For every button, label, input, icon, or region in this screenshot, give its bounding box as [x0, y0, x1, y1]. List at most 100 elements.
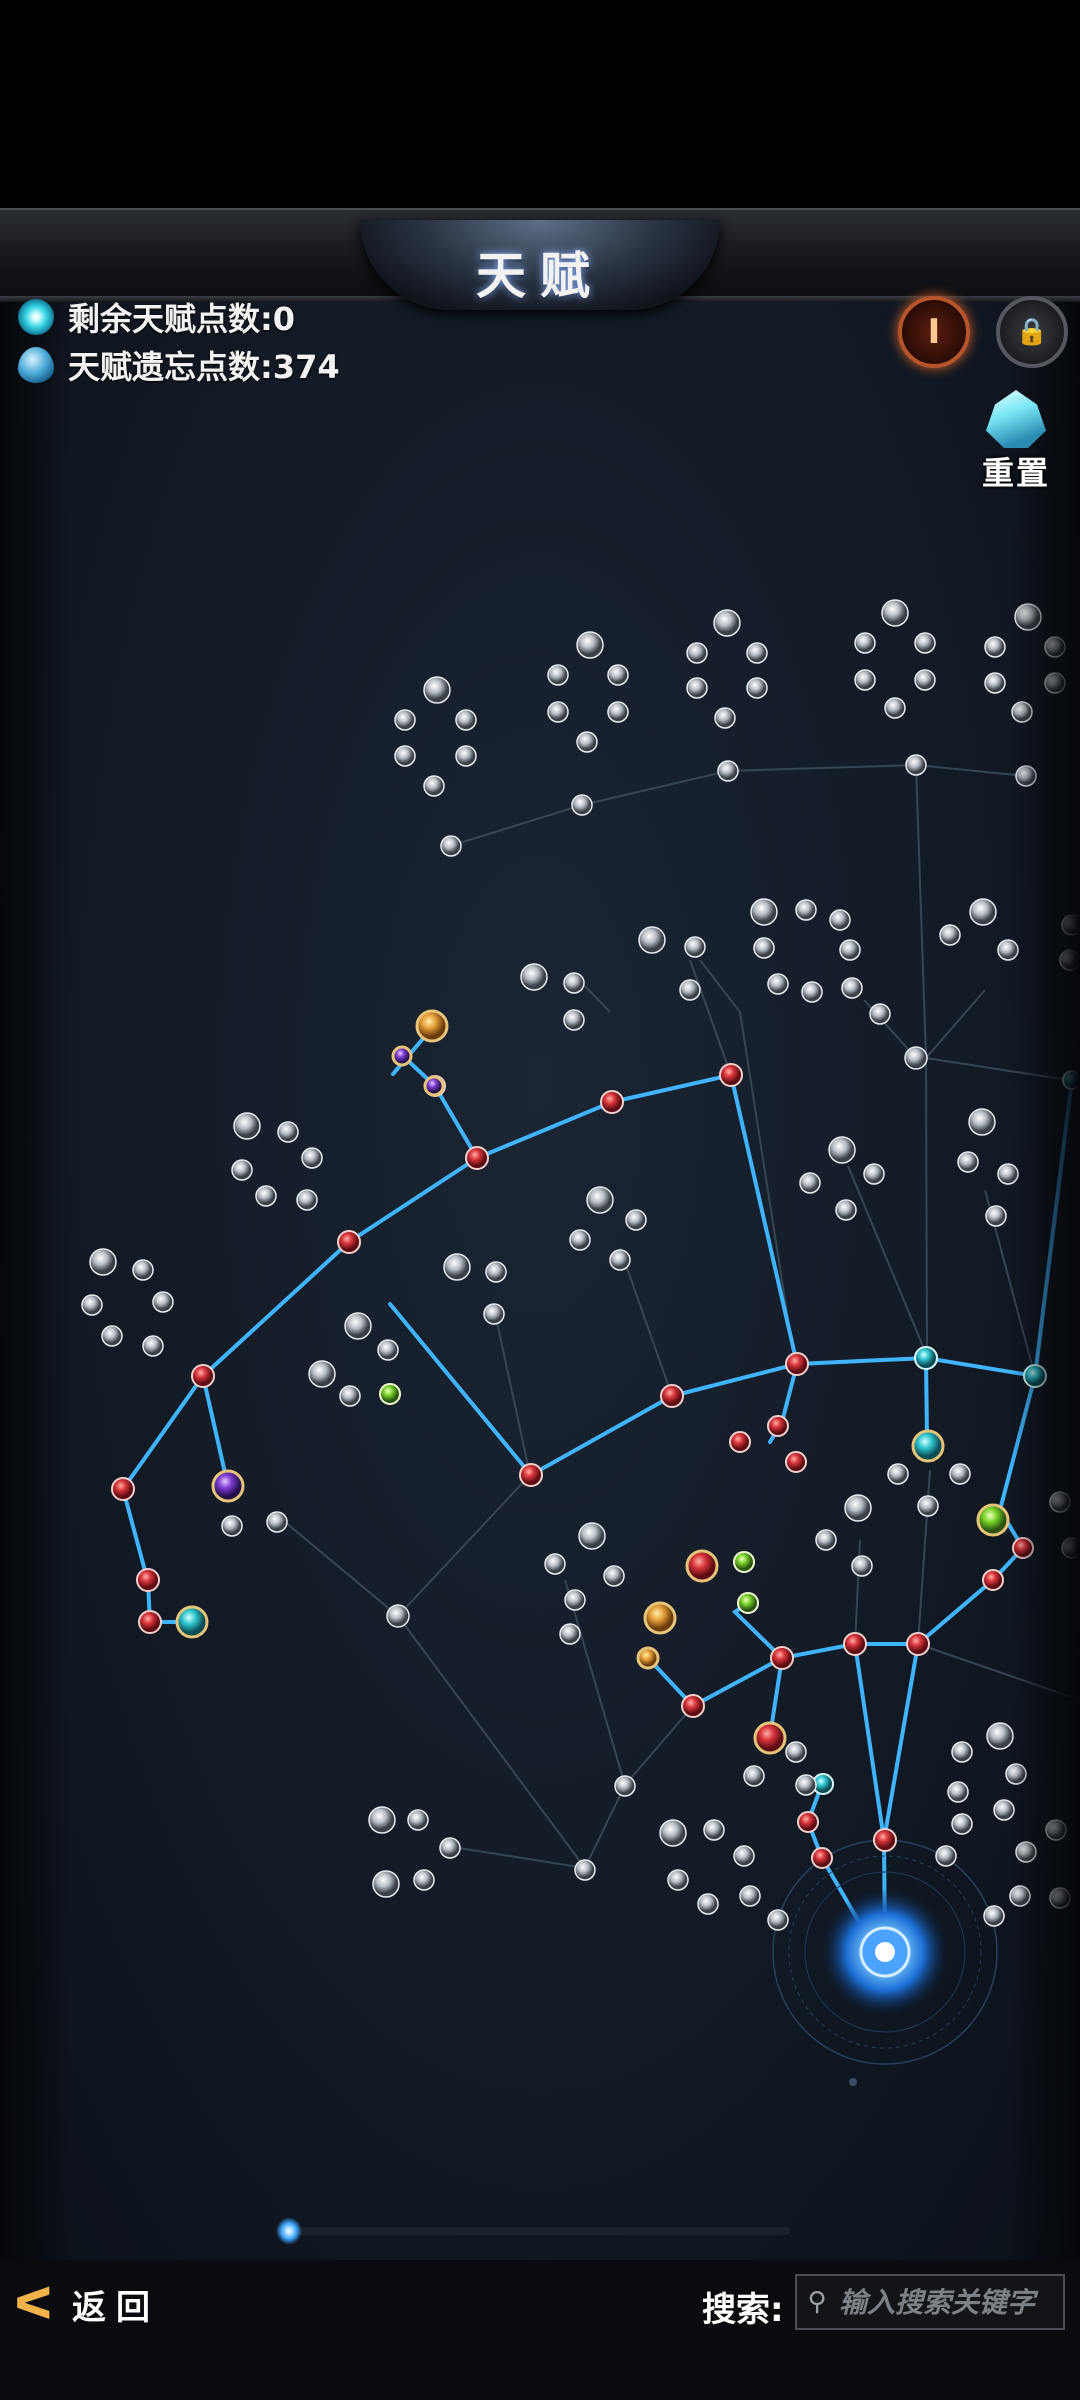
talent-node[interactable]: [935, 1845, 957, 1867]
horizontal-scrollbar[interactable]: [276, 2217, 790, 2245]
talent-node[interactable]: [681, 1694, 705, 1718]
talent-node[interactable]: [308, 1360, 336, 1388]
talent-node[interactable]: [914, 1346, 938, 1370]
talent-node[interactable]: [559, 1623, 581, 1645]
talent-node[interactable]: [719, 1063, 743, 1087]
talent-node[interactable]: [914, 669, 936, 691]
talent-node[interactable]: [485, 1261, 507, 1283]
talent-node[interactable]: [957, 1151, 979, 1173]
talent-node[interactable]: [547, 664, 569, 686]
talent-node[interactable]: [142, 1335, 164, 1357]
talent-node[interactable]: [801, 981, 823, 1003]
talent-node[interactable]: [686, 677, 708, 699]
talent-node[interactable]: [81, 1294, 103, 1316]
reset-button[interactable]: 重置: [966, 388, 1066, 492]
special-talent-node[interactable]: [423, 1075, 445, 1097]
talent-node[interactable]: [983, 1905, 1005, 1927]
talent-node[interactable]: [797, 1811, 819, 1833]
talent-node[interactable]: [563, 972, 585, 994]
special-talent-node[interactable]: [211, 1469, 245, 1503]
talent-node[interactable]: [379, 1383, 401, 1405]
talent-node[interactable]: [413, 1869, 435, 1891]
special-talent-node[interactable]: [415, 1009, 449, 1043]
back-button[interactable]: ᐸ 返回: [14, 2280, 160, 2329]
talent-node[interactable]: [609, 1249, 631, 1271]
special-talent-node[interactable]: [643, 1601, 677, 1635]
talent-node[interactable]: [571, 794, 593, 816]
talent-node[interactable]: [455, 709, 477, 731]
info-button[interactable]: I: [898, 296, 970, 368]
talent-node[interactable]: [679, 979, 701, 1001]
talent-node[interactable]: [569, 1229, 591, 1251]
talent-node[interactable]: [625, 1209, 647, 1231]
talent-node[interactable]: [607, 701, 629, 723]
talent-node[interactable]: [951, 1741, 973, 1763]
talent-node[interactable]: [443, 1253, 471, 1281]
talent-node[interactable]: [520, 963, 548, 991]
talent-node[interactable]: [785, 1451, 807, 1473]
talent-node[interactable]: [873, 1828, 897, 1852]
talent-node[interactable]: [614, 1775, 636, 1797]
talent-node[interactable]: [875, 1942, 895, 1962]
talent-node[interactable]: [985, 1205, 1007, 1227]
talent-node[interactable]: [600, 1090, 624, 1114]
talent-node[interactable]: [767, 1415, 789, 1437]
talent-node[interactable]: [563, 1009, 585, 1031]
talent-node[interactable]: [607, 664, 629, 686]
talent-node[interactable]: [737, 1592, 759, 1614]
talent-node[interactable]: [221, 1515, 243, 1537]
talent-node[interactable]: [717, 760, 739, 782]
talent-node[interactable]: [849, 2078, 857, 2086]
talent-node[interactable]: [835, 1199, 857, 1221]
talent-node[interactable]: [729, 1431, 751, 1453]
talent-node[interactable]: [733, 1551, 755, 1573]
search-box[interactable]: ⚲: [795, 2274, 1065, 2330]
talent-node[interactable]: [337, 1230, 361, 1254]
talent-node[interactable]: [939, 924, 961, 946]
talent-node[interactable]: [132, 1259, 154, 1281]
talent-node[interactable]: [138, 1610, 162, 1634]
talent-node[interactable]: [881, 599, 909, 627]
talent-node[interactable]: [795, 899, 817, 921]
talent-node[interactable]: [746, 677, 768, 699]
talent-node[interactable]: [394, 709, 416, 731]
talent-node[interactable]: [843, 1632, 867, 1656]
special-talent-node[interactable]: [391, 1045, 413, 1067]
talent-node[interactable]: [904, 1046, 928, 1070]
talent-node[interactable]: [603, 1565, 625, 1587]
talent-node[interactable]: [785, 1352, 809, 1376]
talent-node[interactable]: [547, 701, 569, 723]
special-talent-node[interactable]: [175, 1605, 209, 1639]
talent-node[interactable]: [296, 1189, 318, 1211]
talent-node[interactable]: [423, 775, 445, 797]
talent-node[interactable]: [713, 609, 741, 637]
talent-node[interactable]: [277, 1121, 299, 1143]
talent-node[interactable]: [863, 1163, 885, 1185]
talent-node[interactable]: [368, 1806, 396, 1834]
talent-node[interactable]: [746, 642, 768, 664]
talent-node[interactable]: [811, 1847, 833, 1869]
talent-node[interactable]: [684, 936, 706, 958]
talent-node[interactable]: [394, 745, 416, 767]
talent-node[interactable]: [841, 977, 863, 999]
talent-node[interactable]: [266, 1511, 288, 1533]
talent-node[interactable]: [884, 697, 906, 719]
talent-node[interactable]: [89, 1248, 117, 1276]
talent-node[interactable]: [386, 1604, 410, 1628]
talent-node[interactable]: [906, 1632, 930, 1656]
talent-node[interactable]: [574, 1859, 596, 1881]
scrollbar-thumb[interactable]: [276, 2217, 302, 2245]
talent-node[interactable]: [465, 1146, 489, 1170]
talent-node[interactable]: [111, 1477, 135, 1501]
talent-node[interactable]: [767, 973, 789, 995]
talent-node[interactable]: [799, 1172, 821, 1194]
talent-node[interactable]: [697, 1893, 719, 1915]
talent-node[interactable]: [101, 1325, 123, 1347]
talent-node[interactable]: [828, 1136, 856, 1164]
talent-node[interactable]: [984, 672, 1006, 694]
talent-node[interactable]: [785, 1741, 807, 1763]
talent-node[interactable]: [982, 1569, 1004, 1591]
special-talent-node[interactable]: [753, 1721, 787, 1755]
talent-node[interactable]: [815, 1529, 837, 1551]
talent-node[interactable]: [714, 707, 736, 729]
